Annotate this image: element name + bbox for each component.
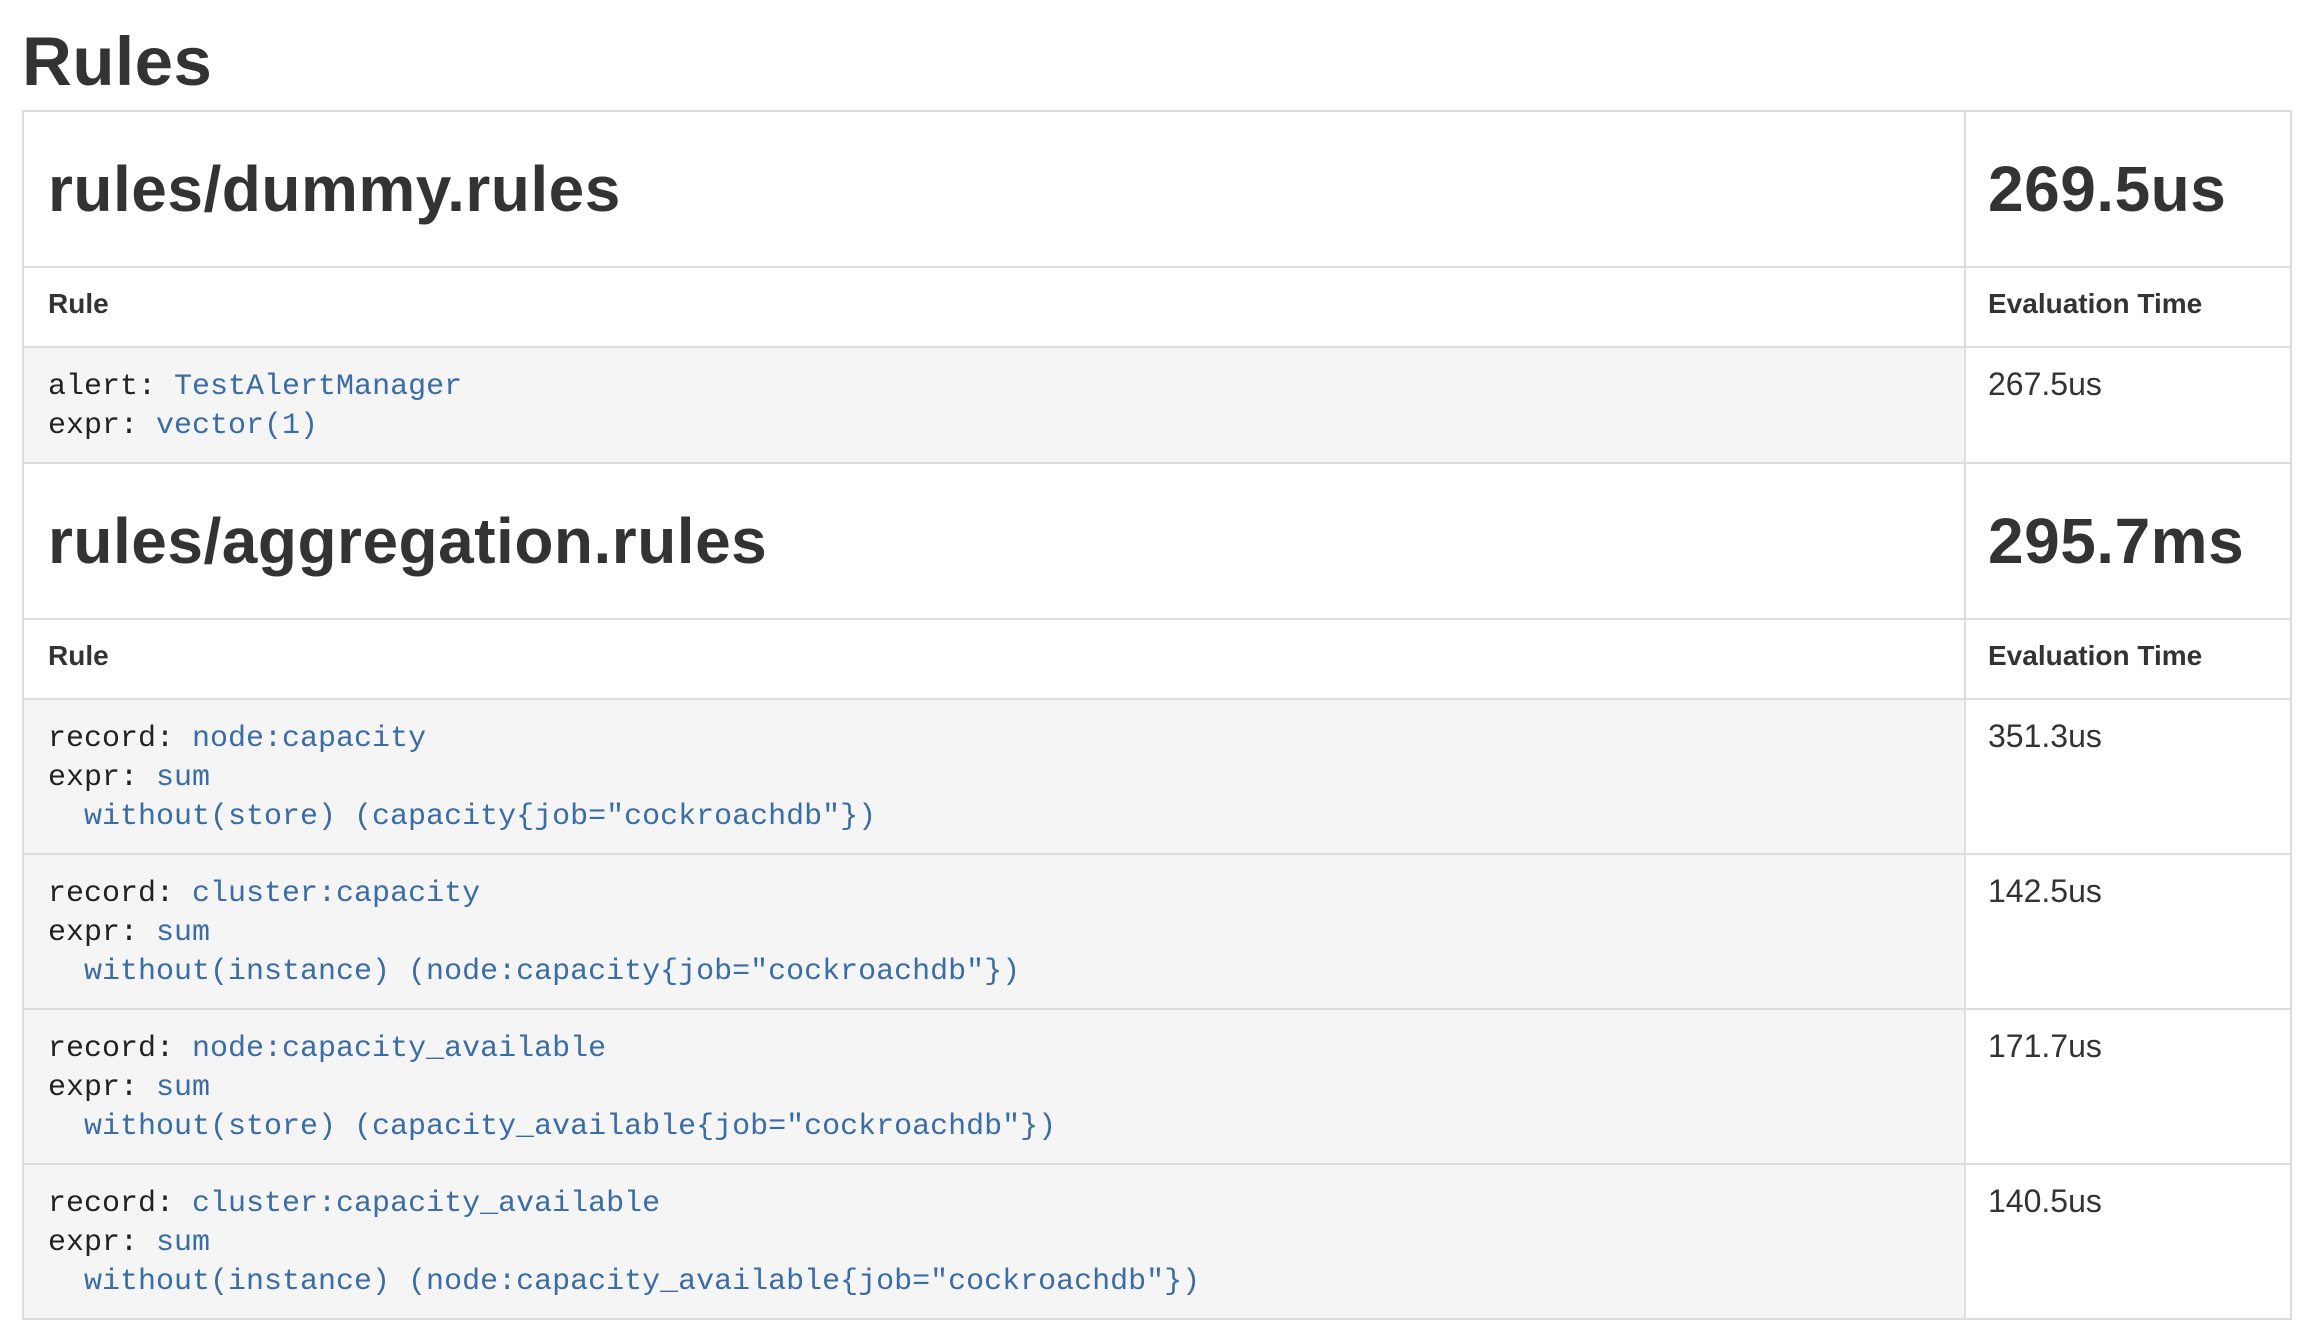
rule-kind-label: record: [48, 877, 174, 911]
rule-expr-link[interactable]: vector(1) [156, 409, 318, 443]
rule-code: record: node:capacity expr:sum without(sto… [48, 720, 1964, 837]
rule-evaluation-time: 142.5us [1965, 854, 2291, 1009]
column-header-row: Rule Evaluation Time [23, 267, 2291, 347]
rule-name-link[interactable]: node:capacity [192, 722, 426, 756]
evaluation-time-column-header: Evaluation Time [1965, 267, 2291, 347]
page-title: Rules [22, 26, 2316, 98]
rule-expr-link[interactable]: sum without(store) (capacity_available{j… [48, 1071, 1056, 1144]
rules-table: rules/dummy.rules 269.5us Rule Evaluatio… [22, 110, 2292, 1320]
rule-kind-label: record: [48, 1032, 174, 1066]
rule-evaluation-time: 351.3us [1965, 699, 2291, 854]
rule-group-header-row: rules/dummy.rules 269.5us [23, 111, 2291, 267]
rule-name-link[interactable]: node:capacity_available [192, 1032, 606, 1066]
column-header-row: Rule Evaluation Time [23, 619, 2291, 699]
rule-row: record: node:capacity expr:sum without(sto… [23, 699, 2291, 854]
rule-group-header-row: rules/aggregation.rules 295.7ms [23, 463, 2291, 619]
rule-group-file: rules/dummy.rules [23, 111, 1965, 267]
rule-row: alert: TestAlertManager expr: vector(1) 267… [23, 347, 2291, 463]
rule-name-link[interactable]: cluster:capacity_available [192, 1187, 660, 1221]
rule-expr-label: expr: [48, 409, 138, 443]
rule-expr-link[interactable]: sum without(instance) (node:capacity_ava… [48, 1226, 1200, 1299]
rule-code: record: cluster:capacity_available expr:su… [48, 1185, 1964, 1302]
rules-page: Rules rules/dummy.rules 269.5us Rule Eva… [0, 0, 2316, 1322]
rule-code: alert: TestAlertManager expr: vector(1) [48, 368, 1964, 446]
rule-kind-label: record: [48, 722, 174, 756]
rule-code: record: cluster:capacity expr:sum without(… [48, 875, 1964, 992]
rule-definition-cell: record: cluster:capacity_available expr:su… [23, 1164, 1965, 1319]
rule-expr-link[interactable]: sum without(store) (capacity{job="cockro… [48, 761, 876, 834]
rule-definition-cell: record: node:capacity_available expr:sum w… [23, 1009, 1965, 1164]
rule-expr-label: expr: [48, 916, 138, 950]
rule-group-evaluation-time: 295.7ms [1965, 463, 2291, 619]
rule-group-evaluation-time: 269.5us [1965, 111, 2291, 267]
rule-expr-label: expr: [48, 761, 138, 795]
rule-column-header: Rule [23, 267, 1965, 347]
rule-evaluation-time: 267.5us [1965, 347, 2291, 463]
rule-row: record: cluster:capacity_available expr:su… [23, 1164, 2291, 1319]
evaluation-time-column-header: Evaluation Time [1965, 619, 2291, 699]
rule-definition-cell: alert: TestAlertManager expr: vector(1) [23, 347, 1965, 463]
rule-kind-label: alert: [48, 370, 156, 404]
rule-evaluation-time: 140.5us [1965, 1164, 2291, 1319]
rule-evaluation-time: 171.7us [1965, 1009, 2291, 1164]
rule-code: record: node:capacity_available expr:sum w… [48, 1030, 1964, 1147]
rule-name-link[interactable]: cluster:capacity [192, 877, 480, 911]
rule-expr-label: expr: [48, 1071, 138, 1105]
rule-definition-cell: record: node:capacity expr:sum without(sto… [23, 699, 1965, 854]
rule-group-file: rules/aggregation.rules [23, 463, 1965, 619]
rule-definition-cell: record: cluster:capacity expr:sum without(… [23, 854, 1965, 1009]
rule-expr-link[interactable]: sum without(instance) (node:capacity{job… [48, 916, 1020, 989]
rule-row: record: cluster:capacity expr:sum without(… [23, 854, 2291, 1009]
rule-name-link[interactable]: TestAlertManager [174, 370, 462, 404]
rule-kind-label: record: [48, 1187, 174, 1221]
rule-expr-label: expr: [48, 1226, 138, 1260]
rule-row: record: node:capacity_available expr:sum w… [23, 1009, 2291, 1164]
rule-column-header: Rule [23, 619, 1965, 699]
